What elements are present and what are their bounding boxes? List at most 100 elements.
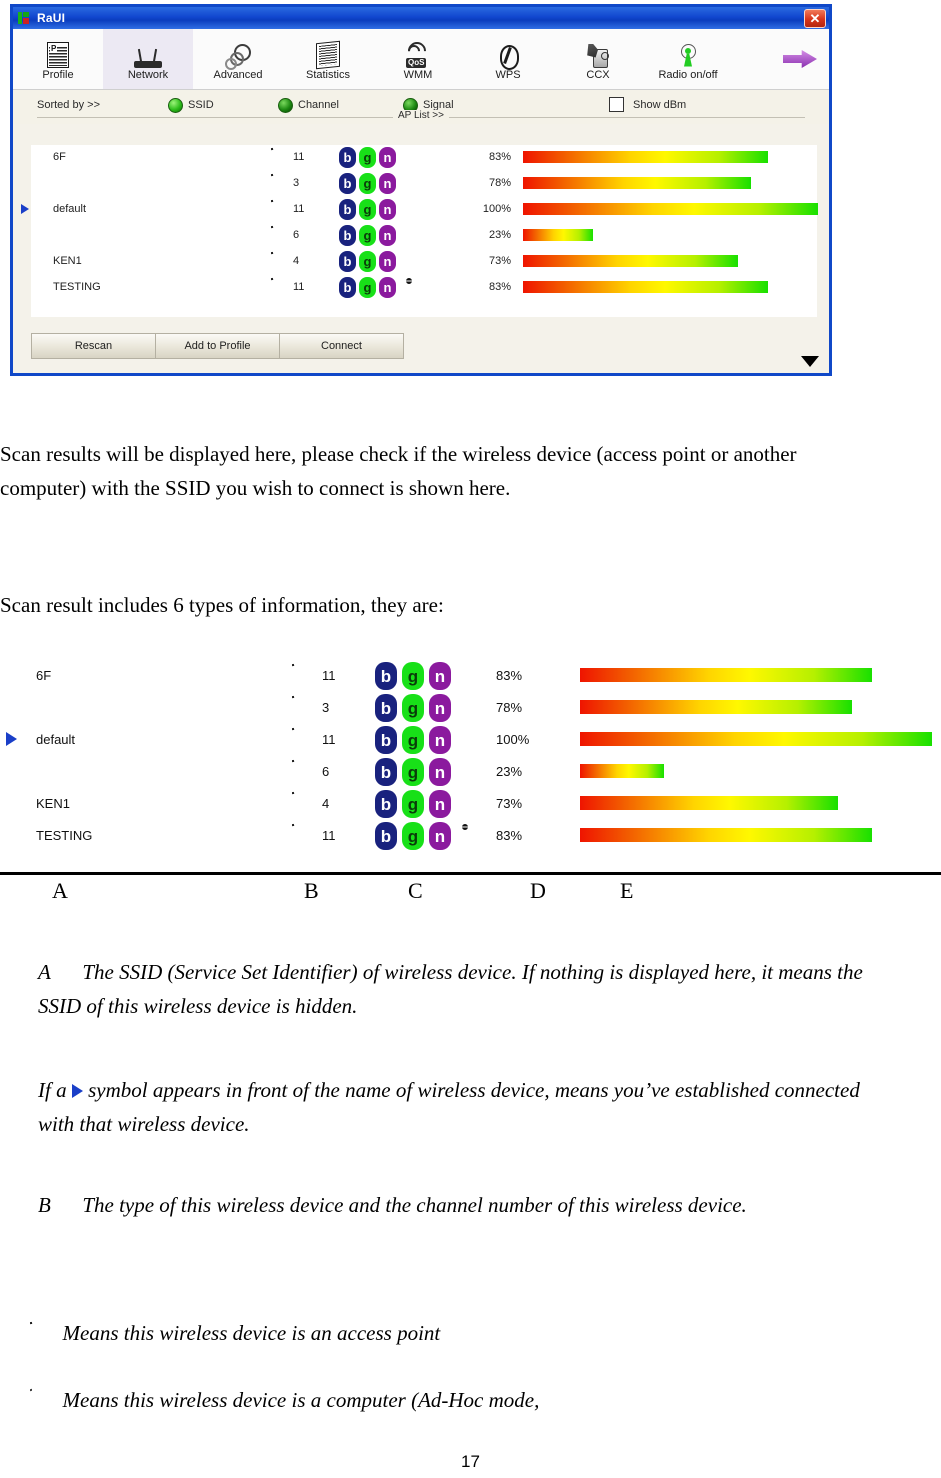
diagram-ap-channel: 11 xyxy=(322,828,336,843)
mode-badge-g: g xyxy=(402,694,424,722)
security-key-icon xyxy=(462,664,484,688)
ap-channel: 11 xyxy=(293,151,305,163)
adhoc-icon xyxy=(462,824,484,848)
paragraph-six-types: Scan result includes 6 types of informat… xyxy=(0,593,444,617)
toolbar-item-radio-onoff[interactable]: Radio on/off xyxy=(643,29,733,89)
ap-signal-bar xyxy=(523,229,593,241)
rescan-button[interactable]: Rescan xyxy=(31,333,155,359)
ap-ssid: TESTING xyxy=(53,281,101,293)
mode-badge-g: g xyxy=(359,199,376,220)
mode-badge-b: b xyxy=(375,822,397,850)
mode-badge-b: b xyxy=(375,662,397,690)
ap-channel: 4 xyxy=(293,255,300,267)
connect-button[interactable]: Connect xyxy=(279,333,404,359)
toolbar-item-expand[interactable] xyxy=(777,29,829,89)
mode-badge-g: g xyxy=(402,662,424,690)
diagram-ap-ssid: default xyxy=(36,732,76,747)
ap-ssid: KEN1 xyxy=(53,255,82,267)
legend-a-text: The SSID (Service Set Identifier) of wir… xyxy=(38,960,863,1018)
table-row[interactable]: TESTING 11 b g n 83% xyxy=(31,275,817,301)
diagram-ap-channel: 11 xyxy=(322,668,336,683)
toolbar-label-profile: Profile xyxy=(42,68,74,81)
wps-icon xyxy=(497,38,519,70)
legend-access-point-text: Means this wireless device is an access … xyxy=(62,1321,441,1345)
ap-signal-bar xyxy=(523,203,818,215)
computer-icon xyxy=(30,1388,52,1413)
mode-badge-g: g xyxy=(402,790,424,818)
diagram-label-d: D xyxy=(530,878,546,903)
expand-arrow-icon xyxy=(783,44,823,74)
access-point-icon xyxy=(291,727,316,752)
toolbar-item-statistics[interactable]: Statistics xyxy=(283,29,373,89)
ap-channel: 11 xyxy=(293,203,305,215)
ap-list-heading: AP List >> xyxy=(13,110,829,121)
diagram-row: 6 b g n 23% xyxy=(0,756,941,788)
toolbar-item-wps[interactable]: WPS xyxy=(463,29,553,89)
mode-badge-n: n xyxy=(429,790,451,818)
annotated-ap-list-diagram: 6F 11 b g n 83% 3 b g n 78% default 11 b… xyxy=(0,660,941,903)
access-point-icon xyxy=(291,823,316,848)
ap-list[interactable]: 6F 11 b g n 83% 3 b g n 78% default 11 b… xyxy=(21,145,818,317)
ap-signal-label: 73% xyxy=(488,255,511,267)
toolbar-item-ccx[interactable]: CCX xyxy=(553,29,643,89)
ap-signal-label: 23% xyxy=(488,229,511,241)
access-point-icon xyxy=(270,173,289,192)
ap-signal-bar xyxy=(523,281,768,293)
diagram-ap-channel: 6 xyxy=(322,764,330,779)
adhoc-icon xyxy=(406,278,422,296)
toolbar-item-profile[interactable]: P Profile xyxy=(13,29,103,89)
access-point-icon xyxy=(291,663,316,688)
mode-badge-n: n xyxy=(429,758,451,786)
profile-icon: P xyxy=(47,38,69,68)
mode-badge-g: g xyxy=(359,173,376,194)
table-row[interactable]: 6F 11 b g n 83% xyxy=(31,145,817,171)
add-to-profile-button[interactable]: Add to Profile xyxy=(155,333,279,359)
table-row[interactable]: KEN1 4 b g n 73% xyxy=(31,249,817,275)
ccx-icon xyxy=(586,38,610,68)
connected-caret-icon xyxy=(21,204,29,214)
ap-modes: b g n xyxy=(339,173,396,194)
table-row[interactable]: 3 b g n 78% xyxy=(31,171,817,197)
toolbar-item-wmm[interactable]: QoS WMM xyxy=(373,29,463,89)
app-logo-icon xyxy=(18,11,32,25)
security-key-icon xyxy=(406,148,422,166)
close-icon[interactable]: ✕ xyxy=(804,9,826,28)
toolbar-item-network[interactable]: Network xyxy=(103,29,193,89)
access-point-icon xyxy=(270,251,289,270)
access-point-icon xyxy=(270,277,289,296)
toolbar-item-advanced[interactable]: Advanced xyxy=(193,29,283,89)
diagram-ap-modes: b g n xyxy=(375,758,451,786)
diagram-ap-signal-label: 83% xyxy=(496,828,523,843)
diagram-ap-modes: b g n xyxy=(375,790,451,818)
ap-modes: b g n xyxy=(339,277,396,298)
security-key-icon xyxy=(406,252,422,270)
mode-badge-g: g xyxy=(359,225,376,246)
mode-badge-b: b xyxy=(339,251,356,272)
diagram-ap-signal-bar xyxy=(580,700,852,714)
mode-badge-b: b xyxy=(339,199,356,220)
mode-badge-n: n xyxy=(379,225,396,246)
access-point-icon xyxy=(270,225,289,244)
mode-badge-b: b xyxy=(339,173,356,194)
ap-signal-label: 78% xyxy=(488,177,511,189)
expand-down-caret-icon[interactable] xyxy=(801,356,819,367)
diagram-label-b: B xyxy=(304,878,319,903)
mode-badge-n: n xyxy=(379,199,396,220)
wmm-qos-icon: QoS xyxy=(404,37,431,68)
network-icon xyxy=(133,38,163,68)
toolbar-label-radio: Radio on/off xyxy=(658,68,718,81)
mode-badge-g: g xyxy=(402,822,424,850)
mode-badge-n: n xyxy=(379,147,396,168)
security-key-icon xyxy=(462,792,484,816)
paragraph-scan-results: Scan results will be displayed here, ple… xyxy=(0,442,797,500)
diagram-ap-ssid: KEN1 xyxy=(36,796,70,811)
diagram-ap-signal-bar xyxy=(580,668,872,682)
window-title: RaUI xyxy=(37,11,66,25)
table-row[interactable]: 6 b g n 23% xyxy=(31,223,817,249)
diagram-ap-modes: b g n xyxy=(375,822,451,850)
access-point-icon xyxy=(291,695,316,720)
diagram-ap-signal-label: 83% xyxy=(496,668,523,683)
table-row[interactable]: default 11 b g n 100% xyxy=(21,197,818,223)
ap-signal-bar xyxy=(523,255,738,267)
legend-a-label: A xyxy=(38,960,51,984)
